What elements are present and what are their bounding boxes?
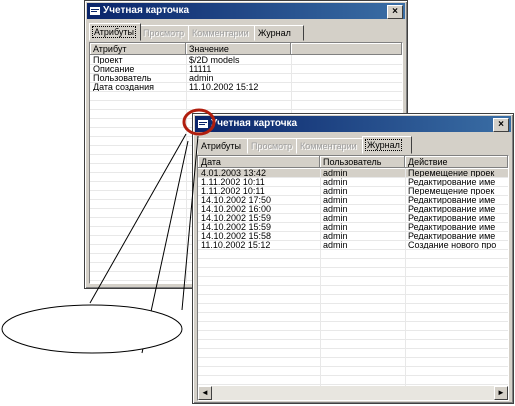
grid-line — [90, 73, 402, 74]
front-tab-comments[interactable]: Комментарии — [296, 138, 366, 154]
back-col-attribute[interactable]: Атрибут — [90, 43, 186, 55]
grid-line — [90, 109, 402, 110]
back-col-value[interactable]: Значение — [186, 43, 291, 55]
grid-line — [198, 186, 508, 187]
grid-line — [198, 258, 508, 259]
grid-line — [198, 276, 508, 277]
grid-line — [198, 312, 508, 313]
grid-line — [198, 303, 508, 304]
back-tab-journal[interactable]: Журнал — [254, 25, 304, 41]
grid-line — [198, 285, 508, 286]
back-col-empty — [291, 43, 402, 55]
grid-line — [198, 294, 508, 295]
front-tab-journal[interactable]: Журнал — [362, 136, 412, 154]
front-journal-table: Дата Пользователь Действие 4.01.2003 13:… — [197, 155, 509, 401]
grid-line — [198, 348, 508, 349]
grid-line — [198, 321, 508, 322]
grid-line — [198, 339, 508, 340]
back-tab-attributes[interactable]: Атрибуты — [89, 23, 141, 41]
grid-line — [90, 100, 402, 101]
front-window: Учетная карточка × Атрибуты Просмотр Ком… — [192, 113, 514, 404]
grid-line — [198, 267, 508, 268]
back-window-title: Учетная карточка — [103, 5, 190, 16]
grid-line — [198, 357, 508, 358]
back-tab-attributes-label: Атрибуты — [91, 26, 137, 38]
grid-line — [198, 213, 508, 214]
scroll-right-button[interactable]: ► — [494, 386, 508, 400]
grid-line — [198, 195, 508, 196]
front-horizontal-scrollbar[interactable]: ◄ ► — [198, 386, 508, 400]
grid-line — [198, 384, 508, 385]
front-window-title: Учетная карточка — [211, 118, 298, 129]
front-col-date[interactable]: Дата — [198, 156, 320, 168]
callout-bubble — [1, 304, 183, 354]
front-tab-attributes[interactable]: Атрибуты — [197, 138, 249, 154]
back-tab-preview[interactable]: Просмотр — [139, 25, 191, 41]
front-tab-journal-label: Журнал — [365, 139, 402, 151]
front-titlebar[interactable]: Учетная карточка × — [195, 116, 511, 132]
grid-line — [198, 222, 508, 223]
grid-line — [198, 204, 508, 205]
back-tabs: Атрибуты Просмотр Комментарии Журнал — [89, 23, 403, 41]
grid-line — [198, 249, 508, 250]
grid-line — [198, 330, 508, 331]
grid-column-line — [186, 55, 187, 283]
scroll-left-button[interactable]: ◄ — [198, 386, 212, 400]
grid-line — [198, 366, 508, 367]
front-tabs: Атрибуты Просмотр Комментарии Журнал — [197, 136, 509, 154]
front-close-button[interactable]: × — [493, 118, 509, 132]
grid-line — [198, 231, 508, 232]
grid-line — [198, 240, 508, 241]
grid-column-line — [320, 168, 321, 386]
grid-line — [90, 91, 402, 92]
grid-line — [198, 177, 508, 178]
card-icon — [90, 7, 100, 15]
grid-column-line — [405, 168, 406, 386]
front-col-user[interactable]: Пользователь — [320, 156, 405, 168]
back-close-button[interactable]: × — [387, 5, 403, 19]
grid-line — [90, 64, 402, 65]
front-col-action[interactable]: Действие — [405, 156, 508, 168]
back-titlebar[interactable]: Учетная карточка × — [87, 3, 405, 19]
back-tab-comments[interactable]: Комментарии — [188, 25, 258, 41]
grid-line — [90, 82, 402, 83]
card-icon — [198, 120, 208, 128]
front-tab-preview[interactable]: Просмотр — [247, 138, 299, 154]
grid-line — [198, 375, 508, 376]
